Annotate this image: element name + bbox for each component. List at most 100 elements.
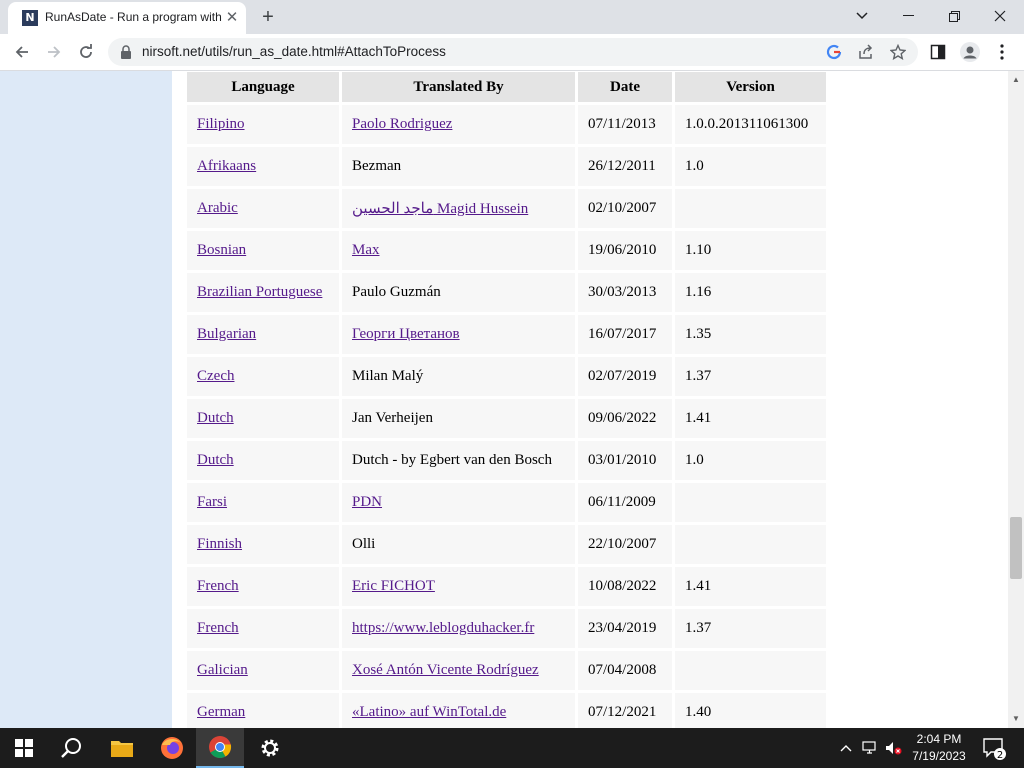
- scroll-up-arrow-icon[interactable]: ▲: [1011, 75, 1021, 85]
- date-cell: 22/10/2007: [578, 525, 672, 564]
- date-cell: 19/06/2010: [578, 231, 672, 270]
- translator-cell: Bezman: [342, 147, 575, 186]
- table-row: Arabic ماجد الحسين Magid Hussein 02/10/2…: [187, 189, 826, 228]
- translator-link[interactable]: Eric FICHOT: [342, 567, 575, 606]
- header-language: Language: [187, 72, 339, 102]
- language-link[interactable]: Farsi: [187, 483, 339, 522]
- date-cell: 02/10/2007: [578, 189, 672, 228]
- side-panel-icon[interactable]: [924, 38, 952, 66]
- table-row: Czech Milan Malý 02/07/2019 1.37: [187, 357, 826, 396]
- lock-icon[interactable]: [120, 45, 132, 59]
- scrollbar-thumb[interactable]: [1010, 517, 1022, 579]
- date-cell: 02/07/2019: [578, 357, 672, 396]
- language-link[interactable]: Arabic: [187, 189, 339, 228]
- more-menu-icon[interactable]: [988, 38, 1016, 66]
- new-tab-plus-icon[interactable]: +: [256, 6, 280, 30]
- language-link[interactable]: Galician: [187, 651, 339, 690]
- date-cell: 26/12/2011: [578, 147, 672, 186]
- minimize-icon[interactable]: [886, 2, 930, 30]
- date-cell: 07/12/2021: [578, 693, 672, 728]
- table-row: Finnish Olli 22/10/2007: [187, 525, 826, 564]
- window-close-icon[interactable]: [978, 2, 1022, 30]
- language-link[interactable]: Bulgarian: [187, 315, 339, 354]
- volume-muted-icon[interactable]: [884, 738, 904, 758]
- translator-link[interactable]: Георги Цветанов: [342, 315, 575, 354]
- table-row: Bulgarian Георги Цветанов 16/07/2017 1.3…: [187, 315, 826, 354]
- language-link[interactable]: Bosnian: [187, 231, 339, 270]
- language-link[interactable]: French: [187, 609, 339, 648]
- language-link[interactable]: Finnish: [187, 525, 339, 564]
- translator-cell: Dutch - by Egbert van den Bosch: [342, 441, 575, 480]
- share-icon[interactable]: [856, 42, 876, 62]
- language-link[interactable]: German: [187, 693, 339, 728]
- translator-cell: Jan Verheijen: [342, 399, 575, 438]
- start-windows-icon[interactable]: [0, 728, 48, 768]
- forward-arrow-icon[interactable]: [40, 38, 68, 66]
- header-version: Version: [675, 72, 826, 102]
- taskbar-clock[interactable]: 2:04 PM 7/19/2023: [908, 731, 970, 765]
- firefox-icon[interactable]: [148, 728, 196, 768]
- table-row: German «Latino» auf WinTotal.de 07/12/20…: [187, 693, 826, 728]
- google-translate-icon[interactable]: [824, 42, 844, 62]
- translator-link[interactable]: «Latino» auf WinTotal.de: [342, 693, 575, 728]
- nirsoft-favicon-icon: N: [22, 10, 38, 26]
- version-cell: 1.35: [675, 315, 826, 354]
- table-row: Dutch Jan Verheijen 09/06/2022 1.41: [187, 399, 826, 438]
- date-cell: 06/11/2009: [578, 483, 672, 522]
- tab-close-icon[interactable]: ✕: [222, 8, 242, 28]
- bookmark-star-icon[interactable]: [888, 42, 908, 62]
- header-translated-by: Translated By: [342, 72, 575, 102]
- date-cell: 10/08/2022: [578, 567, 672, 606]
- date-cell: 07/04/2008: [578, 651, 672, 690]
- clock-time: 2:04 PM: [916, 732, 962, 746]
- table-row: French https://www.leblogduhacker.fr 23/…: [187, 609, 826, 648]
- translator-link[interactable]: Max: [342, 231, 575, 270]
- table-row: Farsi PDN 06/11/2009: [187, 483, 826, 522]
- translator-link[interactable]: PDN: [342, 483, 575, 522]
- browser-tab[interactable]: N RunAsDate - Run a program with ✕: [8, 2, 246, 34]
- language-link[interactable]: Dutch: [187, 441, 339, 480]
- scroll-down-arrow-icon[interactable]: ▼: [1011, 714, 1021, 724]
- tray-chevron-up-icon[interactable]: [836, 738, 856, 758]
- notification-count: 2: [997, 750, 1003, 760]
- date-cell: 03/01/2010: [578, 441, 672, 480]
- search-icon[interactable]: [48, 728, 96, 768]
- translator-link[interactable]: ماجد الحسين Magid Hussein: [342, 189, 575, 228]
- url-text[interactable]: nirsoft.net/utils/run_as_date.html#Attac…: [142, 44, 446, 59]
- file-explorer-icon[interactable]: [98, 728, 146, 768]
- translator-link[interactable]: https://www.leblogduhacker.fr: [342, 609, 575, 648]
- back-arrow-icon[interactable]: [8, 38, 36, 66]
- vertical-scrollbar[interactable]: ▲ ▼: [1008, 71, 1024, 728]
- version-cell: 1.16: [675, 273, 826, 312]
- translator-link[interactable]: Xosé Antón Vicente Rodríguez: [342, 651, 575, 690]
- chrome-icon[interactable]: [196, 728, 244, 768]
- notification-center-icon[interactable]: 2: [982, 736, 1006, 761]
- table-header-row: Language Translated By Date Version: [187, 72, 826, 102]
- language-link[interactable]: Dutch: [187, 399, 339, 438]
- language-link[interactable]: Brazilian Portuguese: [187, 273, 339, 312]
- version-cell: 1.0: [675, 147, 826, 186]
- language-link[interactable]: Czech: [187, 357, 339, 396]
- table-row: Bosnian Max 19/06/2010 1.10: [187, 231, 826, 270]
- page-viewport: Language Translated By Date Version Fili…: [0, 71, 1008, 728]
- restore-icon[interactable]: [932, 2, 976, 30]
- tab-search-chevron-icon[interactable]: [840, 2, 884, 30]
- version-cell: 1.37: [675, 609, 826, 648]
- settings-gear-icon[interactable]: [246, 728, 294, 768]
- version-cell: 1.41: [675, 567, 826, 606]
- date-cell: 23/04/2019: [578, 609, 672, 648]
- address-bar[interactable]: nirsoft.net/utils/run_as_date.html#Attac…: [108, 38, 918, 66]
- translations-table-wrapper: Language Translated By Date Version Fili…: [184, 71, 829, 728]
- version-cell: 1.0.0.201311061300: [675, 105, 826, 144]
- version-cell: 1.37: [675, 357, 826, 396]
- version-cell: [675, 651, 826, 690]
- date-cell: 16/07/2017: [578, 315, 672, 354]
- language-link[interactable]: Afrikaans: [187, 147, 339, 186]
- reload-icon[interactable]: [72, 38, 100, 66]
- translator-link[interactable]: Paolo Rodriguez: [342, 105, 575, 144]
- language-link[interactable]: Filipino: [187, 105, 339, 144]
- network-icon[interactable]: [860, 738, 880, 758]
- browser-toolbar: nirsoft.net/utils/run_as_date.html#Attac…: [0, 34, 1024, 71]
- language-link[interactable]: French: [187, 567, 339, 606]
- profile-avatar-icon[interactable]: [956, 38, 984, 66]
